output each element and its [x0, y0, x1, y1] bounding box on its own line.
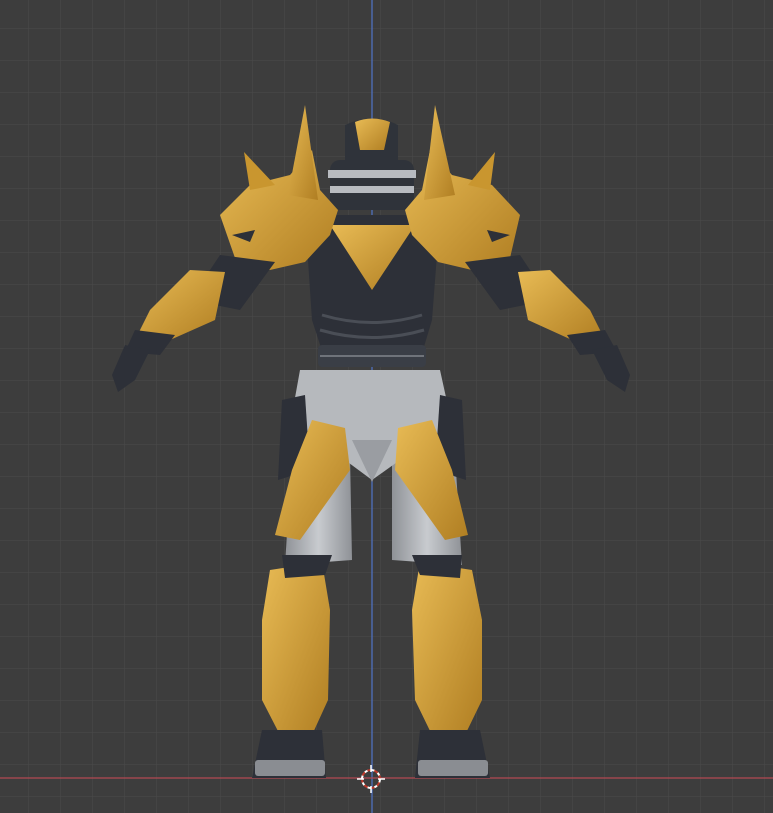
viewport-canvas[interactable] — [0, 0, 773, 813]
right-boot-sole — [418, 760, 488, 776]
left-greave — [262, 562, 330, 735]
head-crest — [355, 118, 390, 150]
left-knee — [282, 555, 332, 578]
neck-band-2 — [330, 186, 414, 193]
3d-viewport[interactable] — [0, 0, 773, 813]
right-greave — [412, 562, 482, 735]
left-boot-sole — [255, 760, 325, 776]
neck — [330, 160, 414, 210]
neck-band-1 — [328, 170, 416, 178]
